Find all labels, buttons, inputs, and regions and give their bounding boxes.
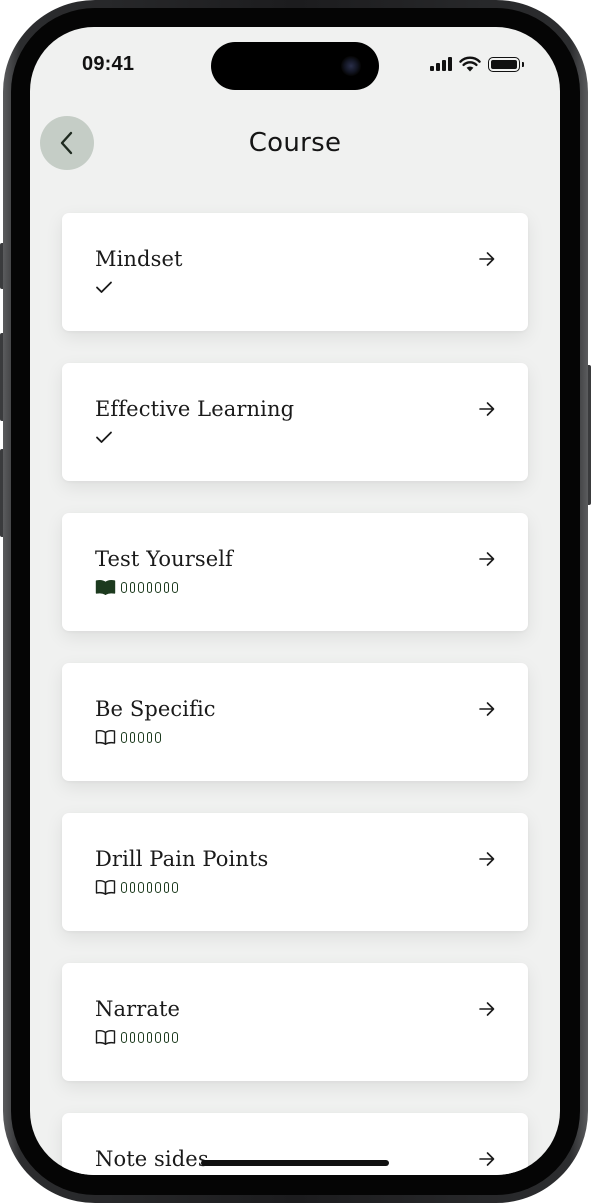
book-outline-icon <box>95 1029 116 1045</box>
course-card-effective-learning[interactable]: Effective Learning <box>62 363 528 481</box>
course-title: Note sides <box>95 1147 209 1171</box>
lesson-dot <box>163 881 169 893</box>
lesson-dot <box>172 1031 178 1043</box>
course-title: Mindset <box>95 247 183 271</box>
book-outline-icon <box>95 729 116 745</box>
lesson-dot <box>172 881 178 893</box>
dynamic-island <box>211 42 379 90</box>
course-title: Narrate <box>95 997 181 1021</box>
course-status <box>95 429 113 445</box>
lesson-dot <box>138 731 144 743</box>
lesson-progress-dots <box>121 581 178 593</box>
lesson-dot <box>163 1031 169 1043</box>
arrow-right-icon[interactable] <box>478 1151 496 1172</box>
lesson-progress-dots <box>121 881 178 893</box>
signal-icon <box>430 57 452 71</box>
arrow-right-icon[interactable] <box>478 701 496 722</box>
lesson-dot <box>155 581 161 593</box>
lesson-dot <box>172 581 178 593</box>
course-title: Be Specific <box>95 697 216 721</box>
lesson-dot <box>146 1031 152 1043</box>
lesson-dot <box>138 581 144 593</box>
course-status <box>95 279 113 295</box>
book-outline-icon <box>95 879 116 895</box>
battery-icon <box>488 56 524 72</box>
lesson-dot <box>129 881 135 893</box>
lesson-dot <box>129 581 135 593</box>
course-title: Effective Learning <box>95 397 295 421</box>
camera-icon <box>341 56 361 76</box>
lesson-dot <box>163 581 169 593</box>
lesson-dot <box>129 731 135 743</box>
lesson-dot <box>146 881 152 893</box>
arrow-right-icon[interactable] <box>478 401 496 422</box>
lesson-dot <box>146 581 152 593</box>
course-card-drill-pain-points[interactable]: Drill Pain Points <box>62 813 528 931</box>
status-time: 09:41 <box>82 53 135 75</box>
lesson-dot <box>129 1031 135 1043</box>
home-indicator[interactable] <box>201 1160 389 1166</box>
lesson-dot <box>121 581 127 593</box>
course-card-be-specific[interactable]: Be Specific <box>62 663 528 781</box>
lesson-dot <box>121 731 127 743</box>
lesson-dot <box>121 881 127 893</box>
screen: 09:41 Course Mindset Effective Learning Te… <box>30 27 560 1175</box>
lesson-dot <box>155 731 161 743</box>
arrow-right-icon[interactable] <box>478 1001 496 1022</box>
arrow-right-icon[interactable] <box>478 551 496 572</box>
lesson-dot <box>138 881 144 893</box>
checkmark-icon <box>96 281 112 293</box>
lesson-progress-dots <box>121 731 161 743</box>
arrow-right-icon[interactable] <box>478 251 496 272</box>
course-card-narrate[interactable]: Narrate <box>62 963 528 1081</box>
lesson-dot <box>155 881 161 893</box>
checkmark-icon <box>96 431 112 443</box>
lesson-dot <box>155 1031 161 1043</box>
lesson-progress-dots <box>121 1031 178 1043</box>
lesson-dot <box>121 1031 127 1043</box>
course-list: Mindset Effective Learning Test Yourself Be… <box>62 213 528 1175</box>
course-status <box>95 1029 178 1045</box>
course-status <box>95 879 178 895</box>
course-card-test-yourself[interactable]: Test Yourself <box>62 513 528 631</box>
wifi-icon <box>459 56 481 72</box>
course-card-mindset[interactable]: Mindset <box>62 213 528 331</box>
course-title: Drill Pain Points <box>95 847 269 871</box>
course-status <box>95 579 178 595</box>
course-title: Test Yourself <box>95 547 233 571</box>
lesson-dot <box>138 1031 144 1043</box>
arrow-right-icon[interactable] <box>478 851 496 872</box>
book-filled-icon <box>95 579 116 595</box>
course-status <box>95 729 161 745</box>
status-icons <box>430 56 524 72</box>
lesson-dot <box>146 731 152 743</box>
page-title: Course <box>248 128 342 158</box>
